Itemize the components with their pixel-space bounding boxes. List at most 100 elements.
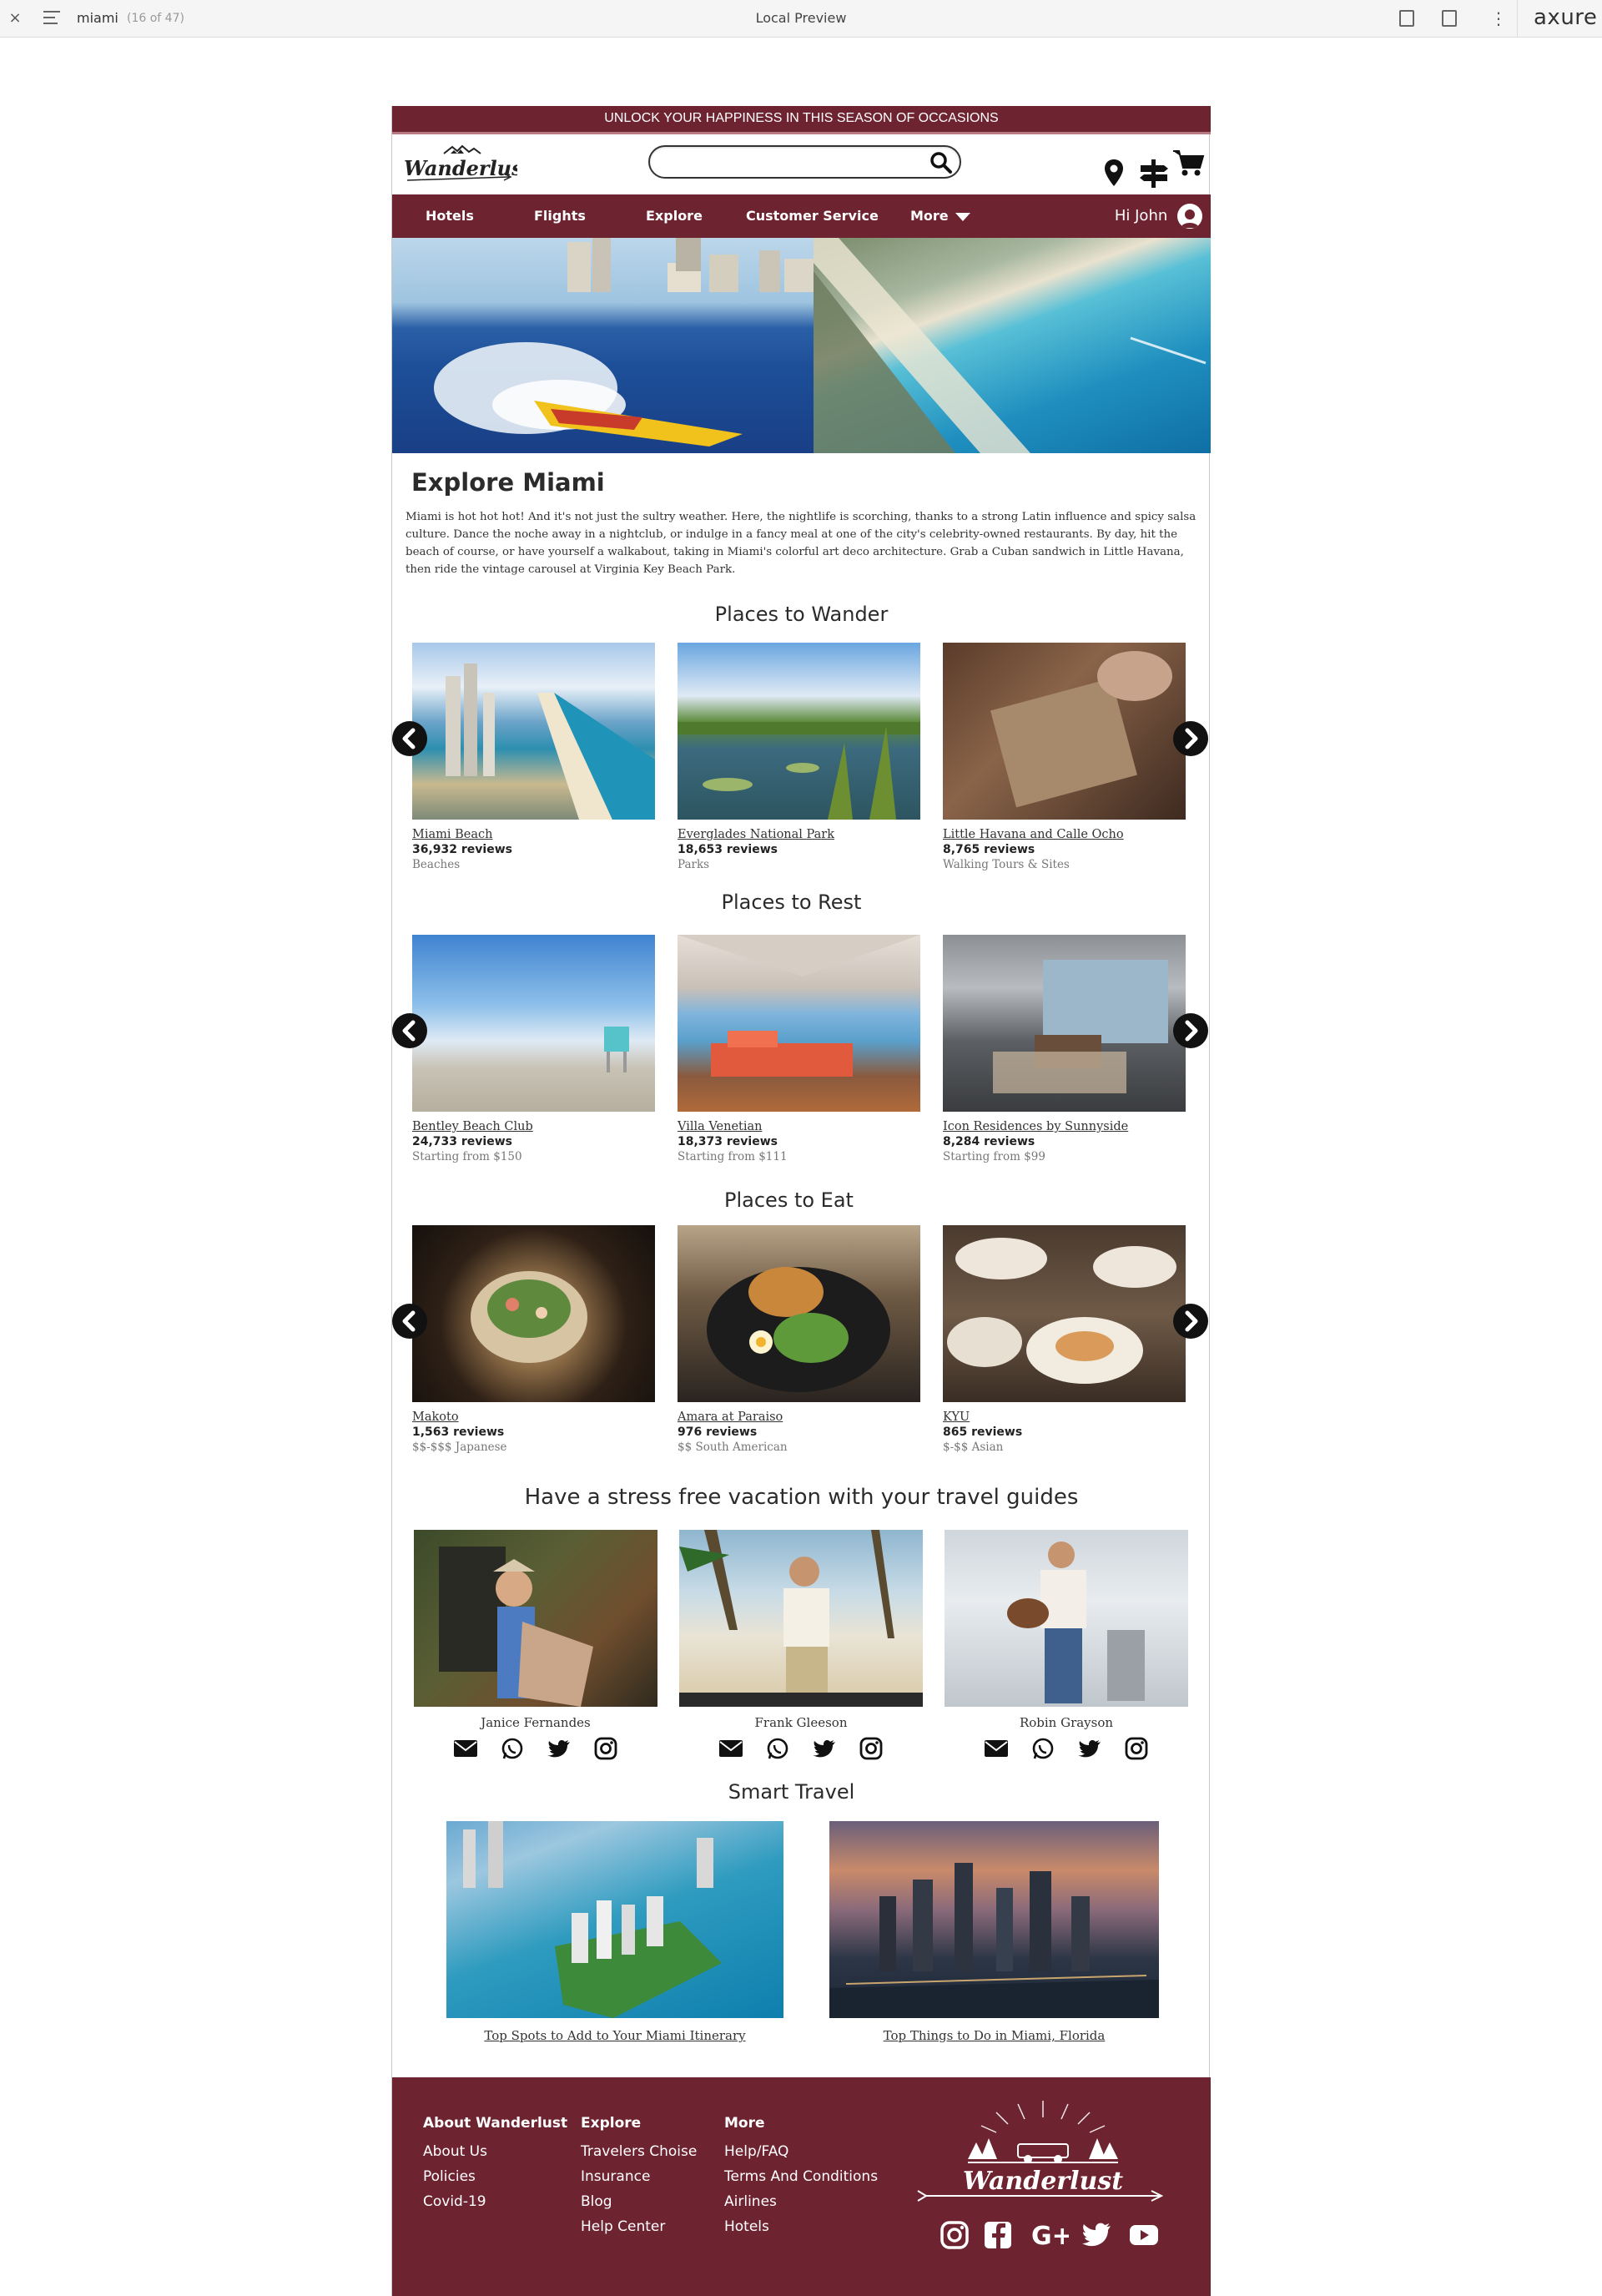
footer-link[interactable]: Hotels xyxy=(724,2218,878,2235)
facebook-icon[interactable] xyxy=(982,2219,1014,2251)
guide-card: Robin Grayson xyxy=(945,1530,1188,1760)
article-image-miami-things-to-do[interactable] xyxy=(829,1821,1159,2018)
footer-link[interactable]: Travelers Choise xyxy=(581,2143,697,2160)
footer-link[interactable]: Policies xyxy=(423,2168,567,2185)
restaurant-card[interactable]: KYU 865 reviews $-$$ Asian xyxy=(943,1225,1186,1454)
restaurant-card[interactable]: Amara at Paraiso 976 reviews $$ South Am… xyxy=(678,1225,920,1454)
nav-item-customer-service[interactable]: Customer Service xyxy=(746,194,879,238)
place-image-miami-beach[interactable] xyxy=(412,643,655,820)
twitter-icon[interactable] xyxy=(1077,1737,1102,1760)
instagram-icon[interactable] xyxy=(593,1737,618,1760)
whatsapp-icon[interactable] xyxy=(765,1737,790,1760)
search-input[interactable] xyxy=(663,152,914,172)
restaurant-name[interactable]: Makoto xyxy=(412,1410,655,1424)
whatsapp-icon[interactable] xyxy=(500,1737,525,1760)
place-name[interactable]: Miami Beach xyxy=(412,828,655,841)
hotel-card[interactable]: Icon Residences by Sunnyside 8,284 revie… xyxy=(943,935,1186,1163)
footer-link[interactable]: Terms And Conditions xyxy=(724,2168,878,2185)
place-card[interactable]: Little Havana and Calle Ocho 8,765 revie… xyxy=(943,643,1186,871)
notes-icon[interactable] xyxy=(1399,10,1414,27)
place-name[interactable]: Everglades National Park xyxy=(678,828,920,841)
instagram-icon[interactable] xyxy=(859,1737,884,1760)
promo-banner: UNLOCK YOUR HAPPINESS IN THIS SEASON OF … xyxy=(392,106,1211,134)
carousel-prev-arrow-icon[interactable] xyxy=(392,721,427,756)
signpost-icon[interactable] xyxy=(1137,158,1171,188)
page-frame: UNLOCK YOUR HAPPINESS IN THIS SEASON OF … xyxy=(391,106,1211,2296)
article-card[interactable]: Top Things to Do in Miami, Florida xyxy=(829,1821,1159,2043)
hotel-image-villa-venetian[interactable] xyxy=(678,935,920,1112)
page-count: (16 of 47) xyxy=(127,12,184,25)
restaurant-image-amara[interactable] xyxy=(678,1225,920,1402)
carousel-next-arrow-icon[interactable] xyxy=(1173,1013,1208,1048)
restaurant-card[interactable]: Makoto 1,563 reviews $$-$$$ Japanese xyxy=(412,1225,655,1454)
place-card[interactable]: Everglades National Park 18,653 reviews … xyxy=(678,643,920,871)
user-menu[interactable]: Hi John xyxy=(1115,194,1202,238)
carousel-next-arrow-icon[interactable] xyxy=(1173,1304,1208,1339)
hotel-name[interactable]: Bentley Beach Club xyxy=(412,1120,655,1133)
hotel-image-icon-residences[interactable] xyxy=(943,935,1186,1112)
sitemap-menu-icon[interactable] xyxy=(43,11,60,26)
footer-link[interactable]: Insurance xyxy=(581,2168,697,2185)
place-category: Walking Tours & Sites xyxy=(943,858,1070,871)
restaurant-image-kyu[interactable] xyxy=(943,1225,1186,1402)
carousel-next-arrow-icon[interactable] xyxy=(1173,721,1208,756)
guide-name: Janice Fernandes xyxy=(481,1715,591,1730)
instagram-icon[interactable] xyxy=(939,2219,970,2251)
article-card[interactable]: Top Spots to Add to Your Miami Itinerary xyxy=(446,1821,783,2043)
guide-contact-links xyxy=(414,1737,657,1760)
inspect-icon[interactable] xyxy=(1442,10,1457,27)
place-name[interactable]: Little Havana and Calle Ocho xyxy=(943,828,1186,841)
email-icon[interactable] xyxy=(718,1737,743,1760)
footer-link[interactable]: Help Center xyxy=(581,2218,697,2235)
carousel-prev-arrow-icon[interactable] xyxy=(392,1013,427,1048)
footer-link[interactable]: Airlines xyxy=(724,2193,878,2210)
carousel-prev-arrow-icon[interactable] xyxy=(392,1304,427,1339)
email-icon[interactable] xyxy=(453,1737,478,1760)
nav-item-hotels[interactable]: Hotels xyxy=(426,194,474,238)
footer-link[interactable]: Blog xyxy=(581,2193,697,2210)
whatsapp-icon[interactable] xyxy=(1030,1737,1055,1760)
footer-link[interactable]: About Us xyxy=(423,2143,567,2160)
wanderlust-logo[interactable]: Wanderlust xyxy=(400,144,532,185)
hotel-image-bentley-beach-club[interactable] xyxy=(412,935,655,1112)
hotel-name[interactable]: Icon Residences by Sunnyside xyxy=(943,1120,1186,1133)
article-link[interactable]: Top Things to Do in Miami, Florida xyxy=(829,2028,1159,2043)
hotel-price: Starting from $111 xyxy=(678,1150,788,1163)
footer-column-explore: Explore Travelers Choise Insurance Blog … xyxy=(581,2115,697,2243)
footer-link[interactable]: Help/FAQ xyxy=(724,2143,878,2160)
footer-column-about: About Wanderlust About Us Policies Covid… xyxy=(423,2115,567,2218)
restaurant-name[interactable]: KYU xyxy=(943,1410,1186,1424)
site-footer: About Wanderlust About Us Policies Covid… xyxy=(392,2077,1211,2296)
nav-item-explore[interactable]: Explore xyxy=(646,194,703,238)
footer-link[interactable]: Covid-19 xyxy=(423,2193,567,2210)
twitter-icon[interactable] xyxy=(547,1737,572,1760)
review-count: 18,653 reviews xyxy=(678,843,778,856)
youtube-icon[interactable] xyxy=(1124,2219,1164,2251)
instagram-icon[interactable] xyxy=(1124,1737,1149,1760)
twitter-icon[interactable] xyxy=(812,1737,837,1760)
article-link[interactable]: Top Spots to Add to Your Miami Itinerary xyxy=(446,2028,783,2043)
footer-column-more: More Help/FAQ Terms And Conditions Airli… xyxy=(724,2115,878,2243)
place-image-little-havana[interactable] xyxy=(943,643,1186,820)
search-icon[interactable] xyxy=(929,151,953,174)
search-bar[interactable] xyxy=(648,145,961,179)
guide-photo-frank xyxy=(679,1530,923,1707)
article-image-miami-itinerary[interactable] xyxy=(446,1821,783,2018)
location-pin-icon[interactable] xyxy=(1102,158,1126,188)
more-options-icon[interactable]: ⋮ xyxy=(1490,8,1507,28)
section-title-smart-travel: Smart Travel xyxy=(728,1780,855,1804)
hotel-name[interactable]: Villa Venetian xyxy=(678,1120,920,1133)
email-icon[interactable] xyxy=(984,1737,1009,1760)
restaurant-image-makoto[interactable] xyxy=(412,1225,655,1402)
nav-item-more[interactable]: More xyxy=(910,194,970,238)
hotel-card[interactable]: Villa Venetian 18,373 reviews Starting f… xyxy=(678,935,920,1163)
hotel-card[interactable]: Bentley Beach Club 24,733 reviews Starti… xyxy=(412,935,655,1163)
restaurant-name[interactable]: Amara at Paraiso xyxy=(678,1410,920,1424)
twitter-icon[interactable] xyxy=(1081,2219,1112,2251)
google-plus-icon[interactable]: G+ xyxy=(1025,2219,1069,2251)
place-card[interactable]: Miami Beach 36,932 reviews Beaches xyxy=(412,643,655,871)
place-image-everglades[interactable] xyxy=(678,643,920,820)
close-icon[interactable]: × xyxy=(7,8,23,28)
shopping-cart-icon[interactable] xyxy=(1171,148,1205,178)
nav-item-flights[interactable]: Flights xyxy=(534,194,586,238)
